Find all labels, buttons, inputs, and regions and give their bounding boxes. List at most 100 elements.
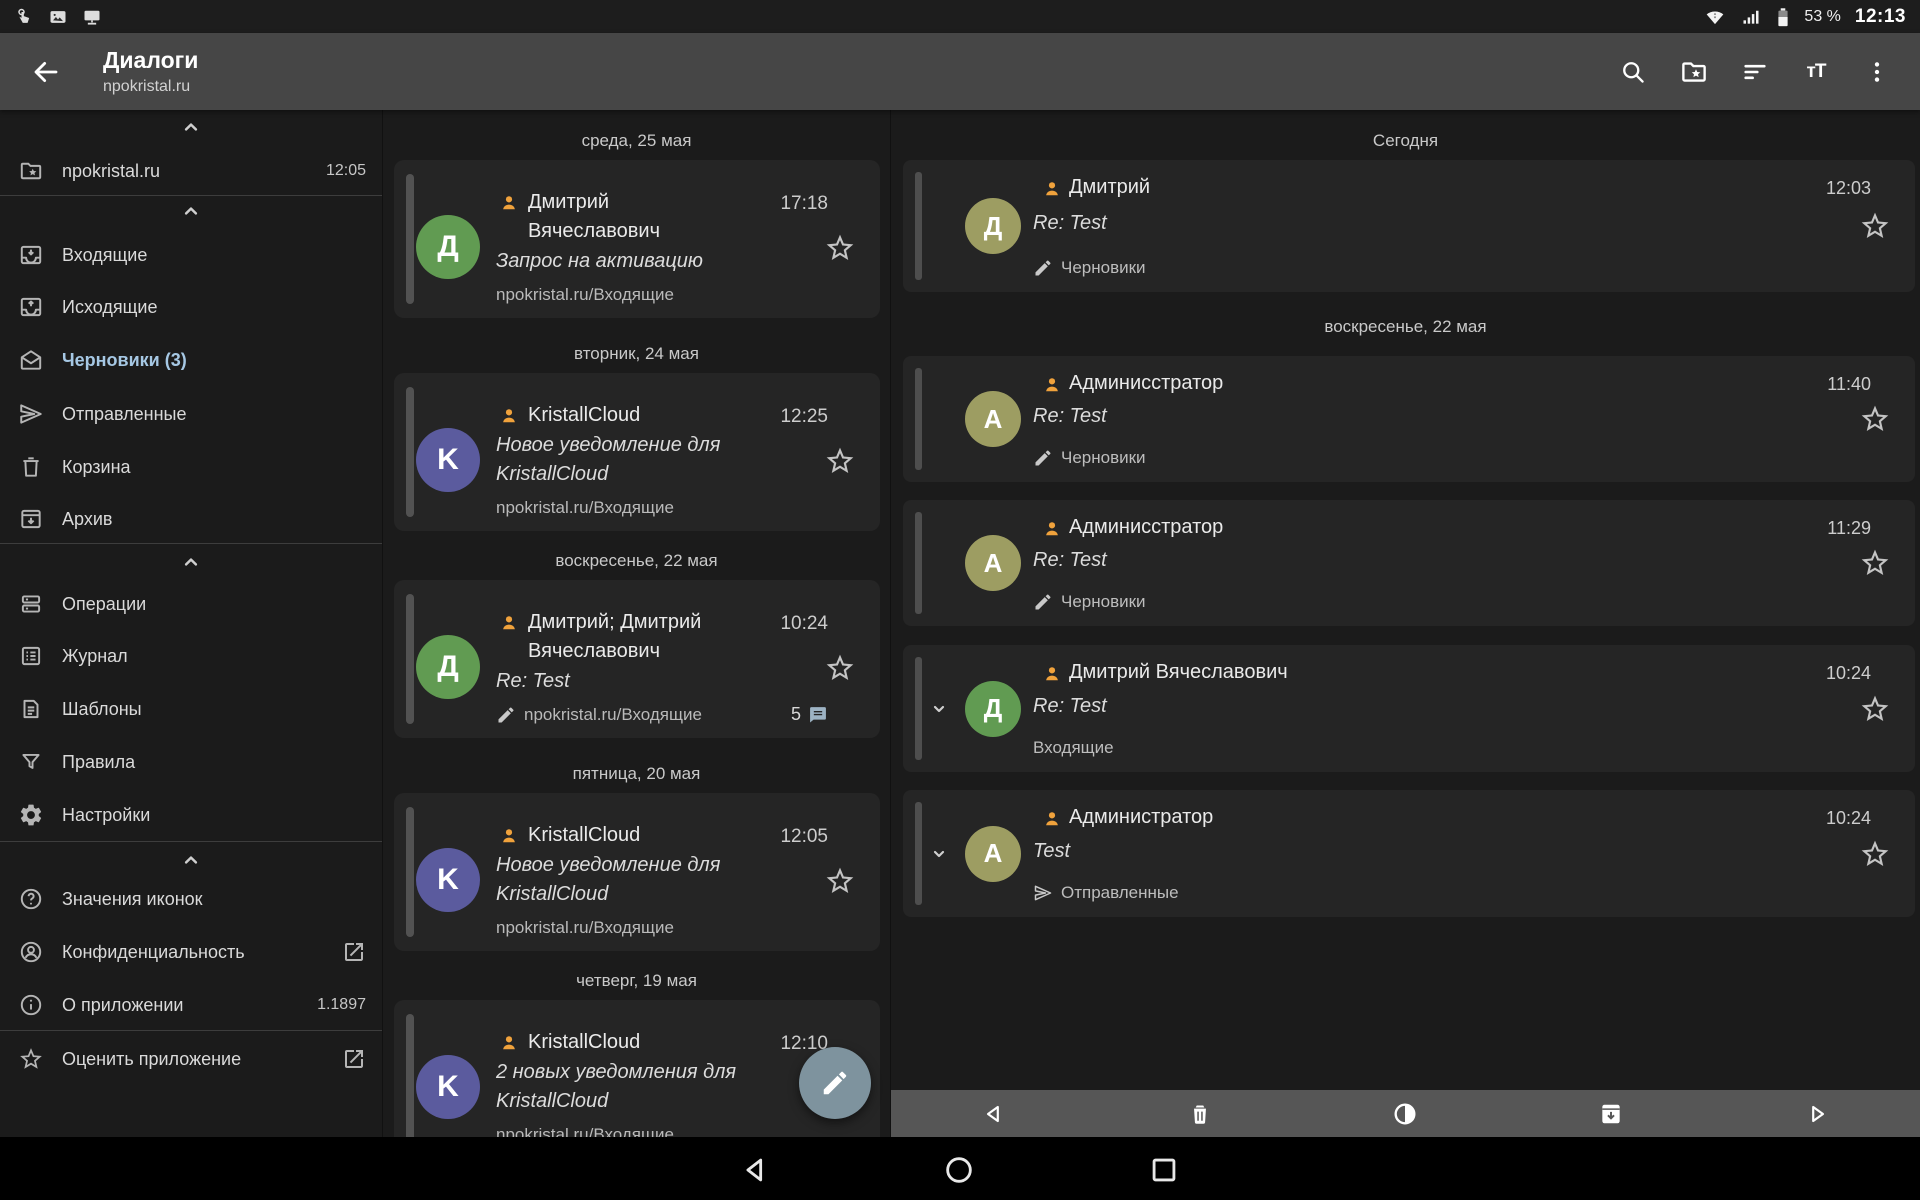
avatar: Д	[416, 215, 480, 279]
sidebar-item-sent[interactable]: Отправленные	[0, 388, 382, 440]
message-time: 12:05	[780, 826, 828, 848]
overflow-menu-icon	[1864, 59, 1890, 85]
sort-icon	[1741, 58, 1769, 86]
date-header: воскресенье, 22 мая	[891, 317, 1920, 337]
avatar: А	[965, 535, 1021, 591]
avatar: Д	[965, 681, 1021, 737]
sidebar-item-privacy[interactable]: Конфиденциальность	[0, 926, 382, 978]
overflow-menu-button[interactable]	[1860, 55, 1894, 89]
card-indicator-strip	[406, 174, 414, 304]
send-icon	[18, 401, 44, 427]
star-outline-icon	[18, 1046, 44, 1072]
divider	[0, 1030, 382, 1031]
person-icon	[498, 405, 520, 427]
star-toggle[interactable]	[1859, 210, 1891, 242]
archive-icon	[1598, 1101, 1624, 1127]
star-toggle[interactable]	[824, 652, 856, 684]
compose-fab[interactable]	[799, 1047, 871, 1119]
sort-button[interactable]	[1738, 55, 1772, 89]
sidebar-item-settings[interactable]: Настройки	[0, 789, 382, 841]
wifi-icon	[1704, 7, 1726, 27]
nav-home-button[interactable]	[942, 1153, 976, 1187]
expand-chevron[interactable]	[927, 697, 951, 721]
home-icon	[942, 1153, 976, 1187]
sender-name: Дмитрий	[1069, 176, 1150, 199]
sidebar-item-icon-legend[interactable]: Значения иконок	[0, 873, 382, 925]
folder-sidebar: npokristal.ru 12:05 Входящие Исходящие Ч…	[0, 110, 383, 1200]
sender-name: Админисстратор	[1069, 372, 1223, 395]
collapse-accounts-chevron[interactable]	[0, 112, 382, 142]
person-icon	[498, 825, 520, 847]
sidebar-item-rate-app[interactable]: Оценить приложение	[0, 1033, 382, 1085]
conversation-message[interactable]: А Администратор 10:24 Test Отправленные	[903, 790, 1915, 917]
sidebar-item-templates[interactable]: Шаблоны	[0, 683, 382, 735]
next-message-button[interactable]	[1714, 1090, 1920, 1137]
compose-icon	[820, 1068, 850, 1098]
expand-chevron[interactable]	[927, 842, 951, 866]
font-size-button[interactable]: тТ	[1799, 55, 1833, 89]
screenshot-icon	[48, 7, 68, 27]
person-icon	[498, 1032, 520, 1054]
app-bar-titles: Диалоги npokristal.ru	[103, 46, 198, 97]
toggle-read-button[interactable]	[1303, 1090, 1509, 1137]
sidebar-item-drafts[interactable]: Черновики (3)	[0, 334, 382, 386]
conversation-message[interactable]: Д Дмитрий 12:03 Re: Test Черновики	[903, 160, 1915, 292]
font-size-icon: тТ	[1807, 61, 1826, 83]
sidebar-item-trash[interactable]: Корзина	[0, 441, 382, 493]
star-toggle[interactable]	[1859, 693, 1891, 725]
sidebar-item-inbox[interactable]: Входящие	[0, 229, 382, 281]
sidebar-item-label: О приложении	[62, 995, 183, 1016]
message-subject: Re: Test	[1033, 695, 1107, 718]
divider	[0, 543, 382, 544]
info-circle-icon	[18, 992, 44, 1018]
collapse-folders-chevron[interactable]	[0, 196, 382, 226]
star-toggle[interactable]	[1859, 403, 1891, 435]
move-to-folder-button[interactable]	[1677, 55, 1711, 89]
collapse-extras-chevron[interactable]	[0, 845, 382, 875]
sidebar-item-about[interactable]: О приложении 1.1897	[0, 979, 382, 1031]
trash-icon	[18, 454, 44, 480]
battery-percent: 53 %	[1804, 8, 1840, 26]
app-version: 1.1897	[317, 996, 366, 1014]
next-message-icon	[1804, 1101, 1830, 1127]
star-toggle[interactable]	[824, 445, 856, 477]
thread-card[interactable]: K KristallCloud 12:25 Новое уведомление …	[394, 373, 880, 531]
card-indicator-strip	[406, 1014, 414, 1144]
status-left-icons	[14, 7, 102, 27]
folder-move-icon	[1679, 57, 1709, 87]
sidebar-item-operations[interactable]: Операции	[0, 578, 382, 630]
nav-back-button[interactable]	[738, 1153, 772, 1187]
avatar: Д	[416, 635, 480, 699]
sidebar-item-journal[interactable]: Журнал	[0, 630, 382, 682]
thread-card[interactable]: K KristallCloud 12:05 Новое уведомление …	[394, 793, 880, 951]
previous-message-button[interactable]	[891, 1090, 1097, 1137]
back-button[interactable]	[30, 56, 62, 88]
collapse-tools-chevron[interactable]	[0, 547, 382, 577]
thread-card[interactable]: Д Дмитрий; Дмитрий Вячеславович 10:24 Re…	[394, 580, 880, 738]
content-area: npokristal.ru 12:05 Входящие Исходящие Ч…	[0, 110, 1920, 1200]
nav-recents-button[interactable]	[1147, 1153, 1181, 1187]
thread-card[interactable]: Д Дмитрий Вячеславович 17:18 Запрос на а…	[394, 160, 880, 318]
star-toggle[interactable]	[824, 232, 856, 264]
person-icon	[1041, 518, 1063, 540]
sidebar-item-account[interactable]: npokristal.ru 12:05	[0, 145, 382, 197]
archive-button[interactable]	[1508, 1090, 1714, 1137]
android-nav-bar	[0, 1137, 1920, 1200]
star-toggle[interactable]	[1859, 547, 1891, 579]
draft-pencil-icon	[1033, 448, 1053, 468]
conversation-message[interactable]: Д Дмитрий Вячеславович 10:24 Re: Test Вх…	[903, 645, 1915, 772]
conversation-message[interactable]: А Админисстратор 11:40 Re: Test Черновик…	[903, 356, 1915, 482]
sidebar-item-archive[interactable]: Архив	[0, 493, 382, 545]
sender-name: KristallCloud	[528, 1028, 718, 1057]
sidebar-item-rules[interactable]: Правила	[0, 736, 382, 788]
avatar: А	[965, 391, 1021, 447]
star-toggle[interactable]	[824, 865, 856, 897]
date-header: четверг, 19 мая	[383, 971, 890, 991]
star-toggle[interactable]	[1859, 838, 1891, 870]
conversation-message[interactable]: А Админисстратор 11:29 Re: Test Черновик…	[903, 500, 1915, 626]
sidebar-item-outbox[interactable]: Исходящие	[0, 281, 382, 333]
search-button[interactable]	[1616, 55, 1650, 89]
sidebar-item-label: Входящие	[62, 245, 147, 266]
outbox-icon	[18, 294, 44, 320]
delete-button[interactable]	[1097, 1090, 1303, 1137]
